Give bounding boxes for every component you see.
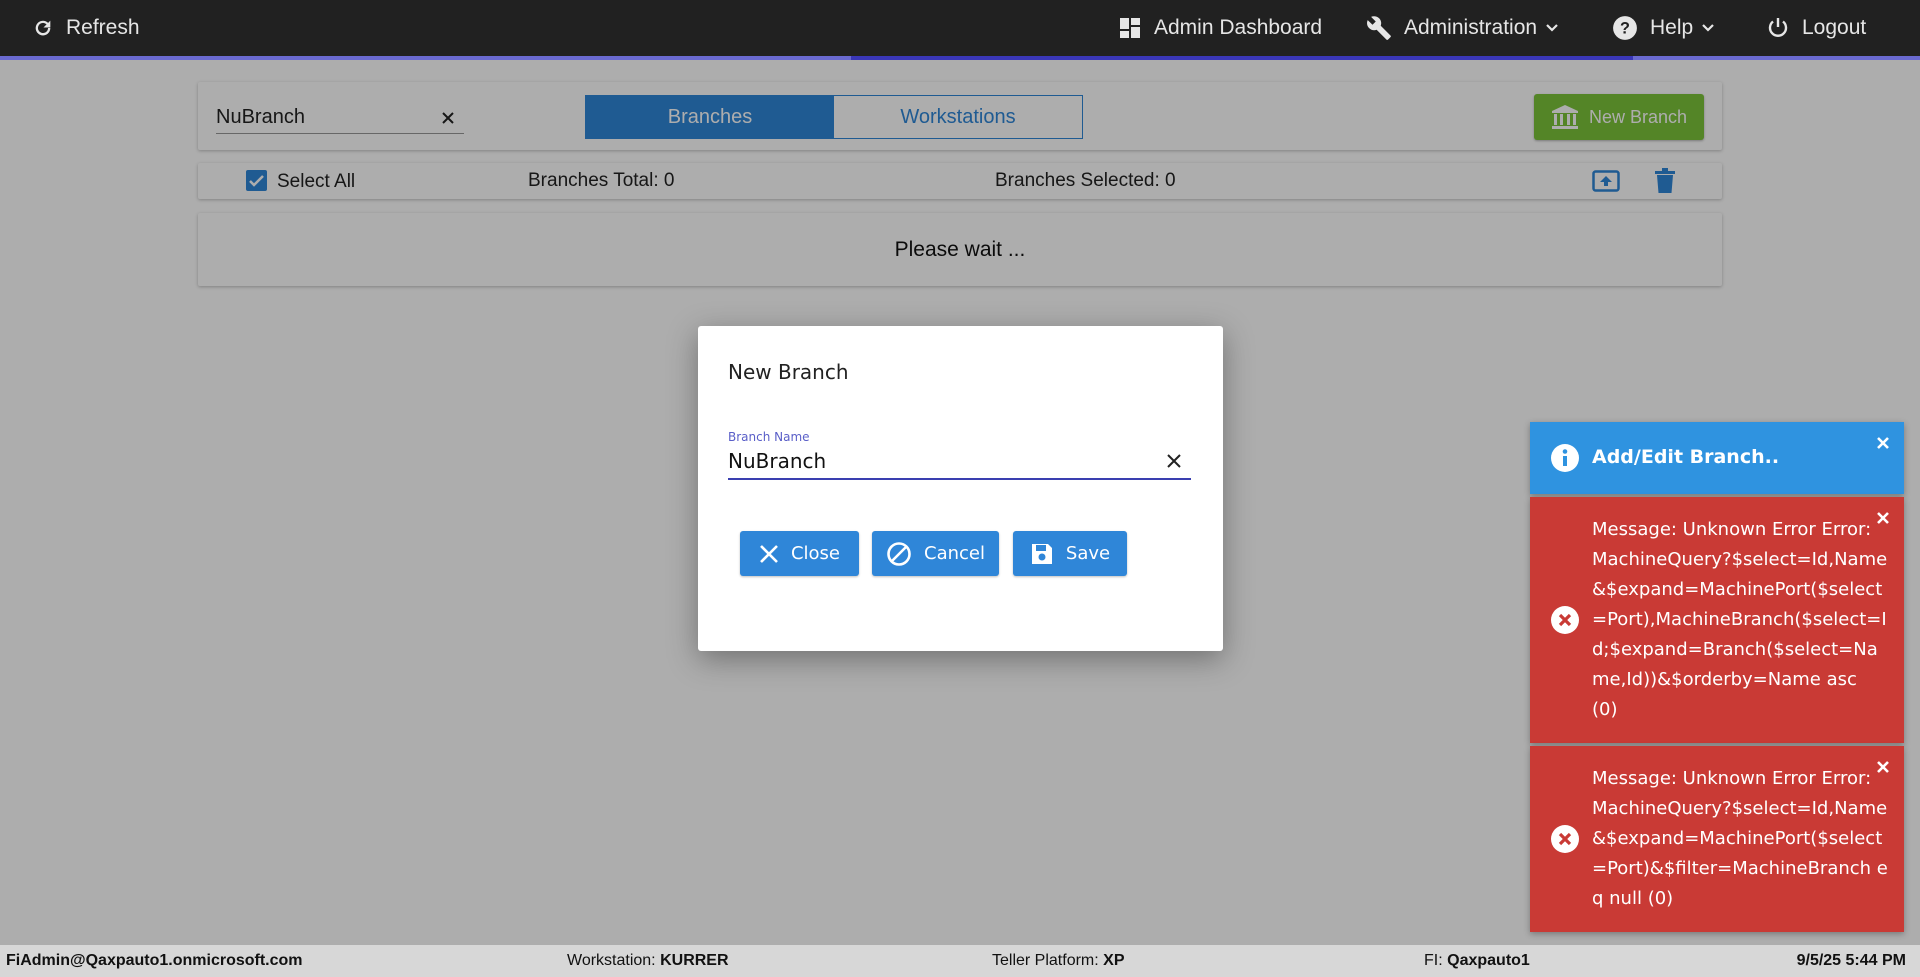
wrench-icon	[1367, 16, 1391, 40]
logout-button[interactable]: Logout	[1766, 0, 1866, 56]
close-label: Close	[790, 543, 841, 564]
admin-dashboard-label: Admin Dashboard	[1154, 16, 1323, 39]
save-button[interactable]: Save	[1013, 531, 1127, 576]
info-toast: Add/Edit Branch..	[1530, 422, 1904, 494]
fi-value: Qaxpauto1	[1447, 952, 1530, 969]
logout-label: Logout	[1802, 16, 1867, 39]
close-button[interactable]: Close	[740, 531, 859, 576]
close-icon[interactable]	[1874, 758, 1892, 776]
chevron-down-icon	[1546, 24, 1558, 32]
close-icon[interactable]	[1874, 434, 1892, 452]
cancel-label: Cancel	[924, 543, 985, 564]
footer-fi: FI: Qaxpauto1	[1424, 952, 1530, 970]
status-footer: FiAdmin@Qaxpauto1.onmicrosoft.com Workst…	[0, 945, 1920, 977]
info-icon	[1551, 444, 1579, 472]
branch-name-field	[728, 444, 1191, 480]
error-icon	[1551, 606, 1579, 634]
cancel-button[interactable]: Cancel	[872, 531, 999, 576]
administration-menu[interactable]: Administration	[1366, 0, 1559, 56]
error-toast-message: Message: Unknown Error Error: MachineQue…	[1592, 519, 1888, 720]
close-icon[interactable]	[1874, 509, 1892, 527]
close-icon	[760, 544, 778, 563]
branch-name-input[interactable]	[728, 448, 1148, 474]
dashboard-icon	[1120, 18, 1140, 38]
admin-dashboard-link[interactable]: Admin Dashboard	[1118, 0, 1322, 56]
workstation-label: Workstation:	[567, 952, 656, 969]
platform-value: XP	[1103, 952, 1125, 969]
platform-label: Teller Platform:	[992, 952, 1099, 969]
help-icon: ?	[1613, 16, 1637, 40]
footer-platform: Teller Platform: XP	[992, 952, 1125, 970]
top-navigation-bar: Refresh Admin Dashboard Administration ?…	[0, 0, 1920, 60]
footer-user: FiAdmin@Qaxpauto1.onmicrosoft.com	[6, 952, 303, 969]
error-toast: Message: Unknown Error Error: MachineQue…	[1530, 746, 1904, 932]
refresh-icon	[35, 20, 51, 36]
clear-field-icon[interactable]	[1165, 452, 1183, 470]
cancel-icon	[887, 541, 911, 566]
help-label: Help	[1650, 16, 1694, 39]
save-icon	[1031, 543, 1052, 564]
info-toast-title: Add/Edit Branch..	[1592, 446, 1780, 468]
administration-label: Administration	[1404, 16, 1538, 39]
branch-name-label: Branch Name	[728, 430, 810, 444]
footer-workstation: Workstation: KURRER	[567, 952, 729, 970]
refresh-label: Refresh	[66, 16, 140, 39]
new-branch-dialog: New Branch Branch Name Close Cancel Save	[698, 326, 1223, 651]
help-menu[interactable]: ? Help	[1612, 0, 1715, 56]
workstation-value: KURRER	[660, 952, 729, 969]
fi-label: FI:	[1424, 952, 1443, 969]
footer-datetime: 9/5/25 5:44 PM	[1796, 952, 1906, 969]
dialog-title: New Branch	[728, 360, 849, 384]
error-icon	[1551, 825, 1579, 853]
save-label: Save	[1065, 543, 1111, 564]
error-toast-message: Message: Unknown Error Error: MachineQue…	[1592, 768, 1888, 909]
power-icon	[1768, 18, 1788, 37]
error-toast: Message: Unknown Error Error: MachineQue…	[1530, 497, 1904, 743]
svg-text:?: ?	[1620, 19, 1630, 37]
chevron-down-icon	[1702, 24, 1714, 32]
refresh-button[interactable]: Refresh	[32, 0, 140, 56]
